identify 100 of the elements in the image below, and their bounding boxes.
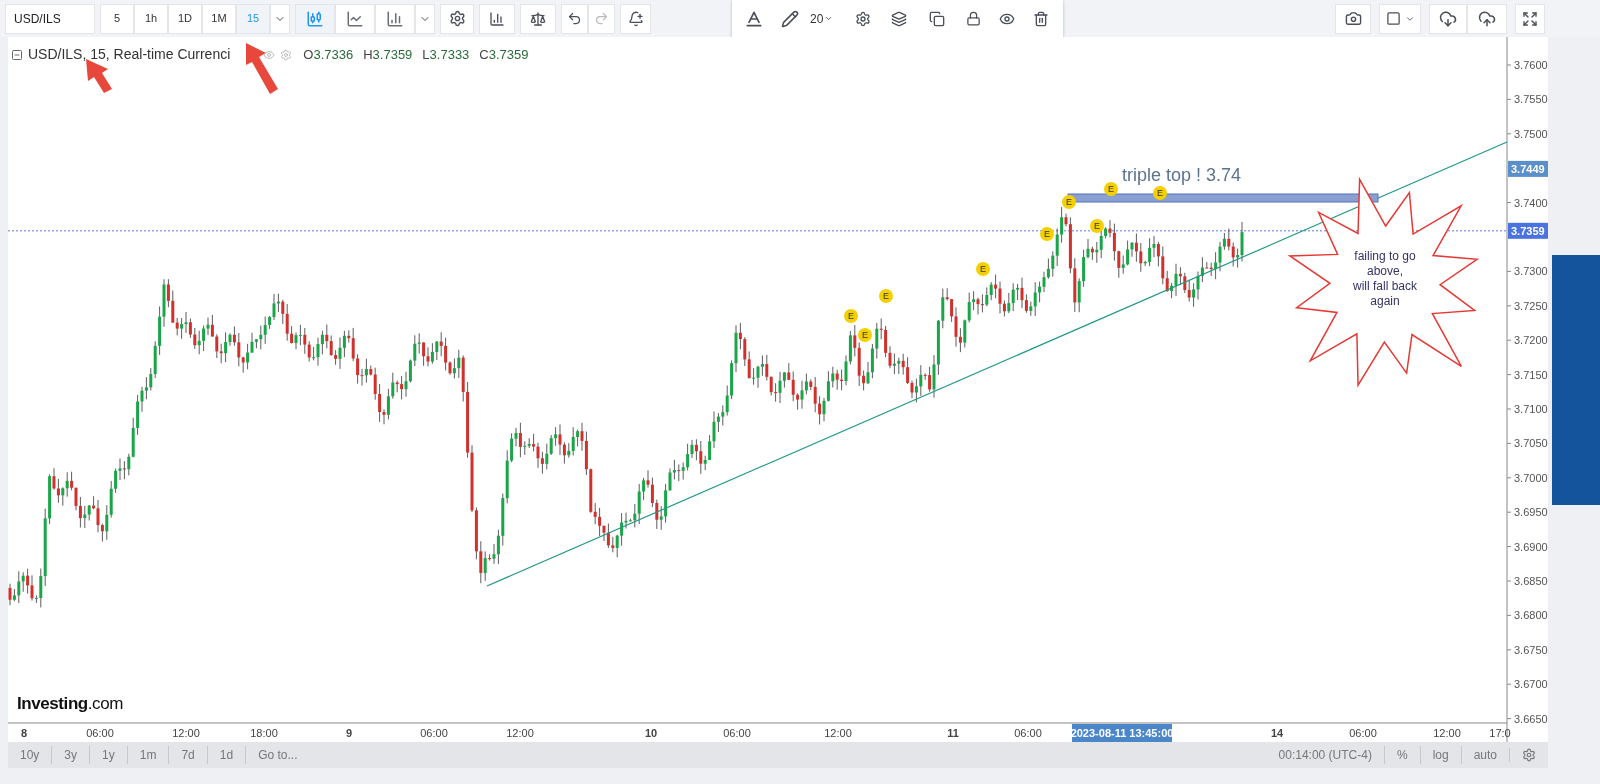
range-button[interactable]: 10y — [8, 746, 52, 764]
load-button[interactable] — [1429, 3, 1467, 34]
chart-type-button[interactable] — [335, 3, 375, 34]
time-axis-label: 18:00 — [250, 727, 278, 739]
ohlc-label: O — [303, 45, 314, 64]
line-chart-icon — [346, 9, 364, 28]
background-color-button[interactable] — [1379, 3, 1421, 34]
price-axis-label: 3.7300 — [1514, 265, 1548, 278]
annotation-arrow — [246, 43, 278, 94]
scale-option-button[interactable]: auto — [1460, 746, 1509, 764]
event-marker[interactable]: E — [1040, 227, 1054, 241]
crosshair-time-label: 2023-08-11 13:45:00 — [1070, 724, 1174, 742]
candlestick-icon — [306, 9, 324, 28]
annotation-arrow — [86, 59, 112, 93]
event-marker[interactable]: E — [1104, 182, 1118, 196]
time-axis-label: 06:00 — [420, 727, 448, 739]
time-axis-label: 11 — [947, 727, 959, 739]
price-axis-label: 3.7550 — [1514, 93, 1548, 106]
price-axis-label: 3.6750 — [1514, 643, 1548, 656]
event-marker[interactable]: E — [1062, 195, 1076, 209]
chart-type-button[interactable] — [295, 3, 335, 34]
fullscreen-icon — [1522, 10, 1538, 27]
range-button[interactable]: 1m — [126, 746, 169, 764]
ohlc-label: L — [422, 45, 430, 64]
range-button[interactable]: Go to... — [245, 746, 310, 764]
price-axis-label: 3.7500 — [1514, 127, 1548, 140]
price-axis-label: 3.7400 — [1514, 196, 1548, 209]
event-marker[interactable]: E — [1153, 186, 1167, 200]
alert-button[interactable] — [620, 3, 651, 34]
symbol-field[interactable]: USD/ILS — [5, 3, 95, 34]
time-axis-label: 10 — [644, 727, 658, 739]
copy-icon — [929, 10, 945, 27]
undo-button[interactable] — [561, 3, 588, 34]
fullscreen-button[interactable] — [1515, 3, 1545, 34]
price-axis-label: 3.7600 — [1514, 59, 1548, 71]
save-button[interactable] — [1467, 3, 1507, 34]
price-axis-label: 3.6900 — [1514, 540, 1548, 553]
caret-icon — [824, 14, 834, 23]
time-axis-label: 12:00 — [172, 727, 200, 739]
screenshot-button[interactable] — [1335, 3, 1371, 34]
time-axis-label: 9 — [345, 727, 353, 739]
camera-icon — [1344, 10, 1362, 27]
price-axis-label: 3.7250 — [1514, 299, 1548, 312]
time-axis-label: 8 — [20, 727, 28, 739]
bar-chart-icon — [489, 10, 505, 27]
chart-type-button[interactable] — [375, 3, 415, 34]
undo-icon — [567, 11, 582, 26]
event-marker[interactable]: E — [858, 328, 872, 342]
price-axis-label: 3.6650 — [1514, 712, 1548, 725]
range-button[interactable]: 7d — [168, 746, 207, 764]
layers-icon — [891, 10, 907, 27]
settings-button[interactable] — [440, 3, 474, 34]
ohlc-label: H — [363, 45, 373, 64]
price-axis-label: 3.7050 — [1514, 437, 1548, 450]
event-marker[interactable]: E — [1090, 219, 1104, 233]
interval-button[interactable]: 1h — [134, 3, 168, 34]
price-axis-label: 3.7000 — [1514, 471, 1548, 484]
ohlc-value: 3.7333 — [429, 45, 470, 64]
price-axis-label: 3.6700 — [1514, 678, 1548, 691]
price-axis-label: 3.6850 — [1514, 575, 1548, 587]
ohlc-value: 3.7359 — [372, 45, 413, 64]
range-button[interactable]: 3y — [51, 746, 90, 764]
price-axis-label: 3.7200 — [1514, 334, 1548, 347]
time-axis-label: 17:0 — [1489, 727, 1511, 739]
range-button[interactable]: 1d — [206, 746, 246, 764]
timezone-label[interactable]: 00:14:00 (UTC-4) — [1266, 746, 1384, 764]
price-axis-label: 3.6800 — [1514, 609, 1548, 622]
settings-icon — [280, 48, 293, 61]
compare-button[interactable] — [520, 3, 556, 34]
bell-plus-icon — [627, 10, 644, 27]
investing-logo: Investing.com — [17, 693, 123, 715]
time-axis-label: 12:00 — [506, 727, 534, 739]
time-axis-label: 06:00 — [86, 727, 114, 739]
time-axis-label: 14 — [1270, 727, 1284, 739]
indicators-button[interactable] — [479, 3, 515, 34]
callout-text: failing to go above, will fall back again — [1352, 249, 1418, 309]
ohlc-value: 3.7359 — [488, 45, 529, 64]
time-axis-label: 12:00 — [1433, 727, 1461, 739]
settings-icon — [1522, 748, 1536, 762]
event-marker[interactable]: E — [879, 289, 893, 303]
scale-option-button[interactable]: log — [1419, 746, 1461, 764]
time-axis-label: 06:00 — [723, 727, 751, 739]
time-axis-label: 06:00 — [1349, 727, 1377, 739]
interval-button[interactable]: 5 — [100, 3, 134, 34]
interval-button[interactable]: 1D — [168, 3, 202, 34]
ohlc-value: 3.7336 — [313, 45, 354, 64]
time-axis-label: 06:00 — [1014, 727, 1042, 739]
price-axis-label: 3.7150 — [1514, 368, 1548, 381]
settings-icon — [448, 10, 466, 27]
event-marker[interactable]: E — [976, 262, 990, 276]
range-button[interactable]: 1y — [89, 746, 127, 764]
cloud-upload-icon — [1478, 9, 1496, 28]
cloud-download-icon — [1439, 9, 1457, 28]
legend-title: USD/ILS, 15, Real-time Currenci — [28, 45, 231, 64]
scale-option-button[interactable]: % — [1383, 746, 1420, 764]
interval-button[interactable]: 1M — [202, 3, 236, 34]
event-marker[interactable]: E — [844, 309, 858, 323]
font-size-dropdown[interactable]: 20 — [810, 3, 844, 34]
scale-icon — [530, 10, 546, 27]
lock-icon — [965, 11, 981, 26]
